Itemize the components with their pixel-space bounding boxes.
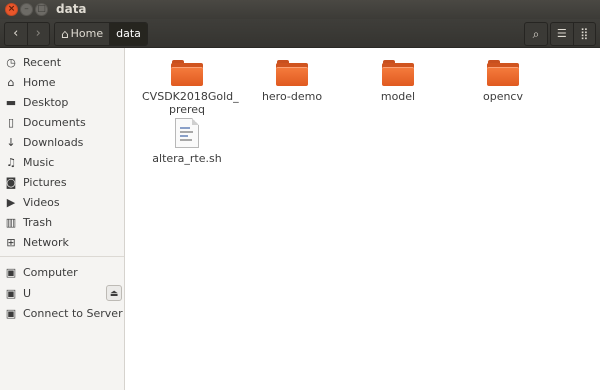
maximize-icon: □ [37,4,46,14]
sidebar-item-label: U [23,286,32,300]
clock-icon: ◷ [6,55,16,69]
sidebar-item-recent[interactable]: ◷ Recent [0,52,124,72]
home-icon: ⌂ [61,27,69,41]
file-name: CVSDK2018Gold_ prereq [142,90,239,116]
search-icon: ⌕ [532,27,540,41]
header-bar: ‹ › ⌂ Home data ⌕ ☰ ⣿ [0,19,600,48]
sidebar-item-label: Home [23,75,56,89]
file-item-opencv[interactable]: opencv [458,60,548,103]
folder-icon: ▬ [5,95,17,109]
file-item-altera-rte-sh[interactable]: altera_rte.sh [142,118,232,165]
window-title: data [56,2,87,16]
breadcrumb-data-label: data [116,27,141,40]
breadcrumb: ⌂ Home data [54,22,148,46]
file-name: opencv [482,90,523,103]
sidebar-item-connect-to-server[interactable]: ▣ Connect to Server [0,303,124,323]
script-file-icon [175,118,199,148]
forward-button[interactable]: › [26,23,50,45]
sidebar-item-label: Connect to Server [23,306,123,320]
trash-icon: ▥ [5,215,17,229]
breadcrumb-home-label: Home [70,27,104,40]
folder-icon [487,60,519,86]
back-button[interactable]: ‹ [5,23,27,45]
search-button[interactable]: ⌕ [524,22,548,46]
eject-button[interactable]: ⏏ [106,285,122,301]
file-item-hero-demo[interactable]: hero-demo [247,60,337,103]
server-icon: ▣ [5,306,17,320]
download-icon: ↓ [6,135,16,149]
sidebar-item-label: Documents [23,115,86,129]
sidebar-item-label: Computer [23,265,78,279]
file-name: altera_rte.sh [152,152,222,165]
sidebar-item-label: Pictures [23,175,67,189]
music-icon: ♫ [6,155,16,169]
grid-view-button[interactable]: ⣿ [572,23,596,45]
list-view-button[interactable]: ☰ [551,23,573,45]
sidebar-item-documents[interactable]: ▯ Documents [0,112,124,132]
close-icon: × [7,4,16,14]
sidebar-item-label: Videos [23,195,60,209]
sidebar-item-music[interactable]: ♫ Music [0,152,124,172]
network-icon: ⊞ [6,235,16,249]
sidebar-item-label: Trash [23,215,53,229]
sidebar-item-computer[interactable]: ▣ Computer [0,262,124,282]
breadcrumb-data[interactable]: data [109,23,147,45]
chevron-left-icon: ‹ [13,26,19,41]
video-icon: ▶ [6,195,16,209]
sidebar-item-downloads[interactable]: ↓ Downloads [0,132,124,152]
title-bar: × – □ data [0,0,600,19]
list-icon: ☰ [556,27,567,40]
window-maximize-button[interactable]: □ [35,3,48,16]
file-item-model[interactable]: model [353,60,443,103]
drive-icon: ▣ [5,265,17,279]
sidebar-item-trash[interactable]: ▥ Trash [0,212,124,232]
folder-icon [276,60,308,86]
sidebar-item-label: Recent [23,55,62,69]
folder-icon [171,60,203,86]
chevron-right-icon: › [35,26,41,41]
sidebar-item-home[interactable]: ⌂ Home [0,72,124,92]
file-view: CVSDK2018Gold_ prereq hero-demo model op… [125,48,600,390]
navigation-buttons: ‹ › [4,22,50,46]
view-buttons: ☰ ⣿ [550,22,596,46]
sidebar-item-videos[interactable]: ▶ Videos [0,192,124,212]
sidebar-item-label: Network [23,235,69,249]
file-name: hero-demo [261,90,323,103]
minimize-icon: – [24,4,29,14]
sidebar-item-desktop[interactable]: ▬ Desktop [0,92,124,112]
sidebar-item-label: Music [23,155,55,169]
window-close-button[interactable]: × [5,3,18,16]
eject-icon: ⏏ [109,289,119,299]
breadcrumb-home[interactable]: ⌂ Home [55,23,110,45]
home-icon: ⌂ [7,75,15,89]
sidebar-item-network[interactable]: ⊞ Network [0,232,124,252]
sidebar-item-pictures[interactable]: ◙ Pictures [0,172,124,192]
window-minimize-button[interactable]: – [20,3,33,16]
file-item-cvsdk2018gold-prereq[interactable]: CVSDK2018Gold_ prereq [142,60,239,116]
sidebar-divider [0,256,124,257]
folder-icon [382,60,414,86]
document-icon: ▯ [7,115,15,129]
sidebar-item-label: Downloads [23,135,84,149]
camera-icon: ◙ [5,175,17,189]
sidebar-item-label: Desktop [23,95,69,109]
grid-icon: ⣿ [580,27,589,40]
drive-icon: ▣ [5,286,17,300]
file-name: model [380,90,416,103]
sidebar: ◷ Recent ⌂ Home ▬ Desktop ▯ Documents ↓ … [0,48,125,390]
